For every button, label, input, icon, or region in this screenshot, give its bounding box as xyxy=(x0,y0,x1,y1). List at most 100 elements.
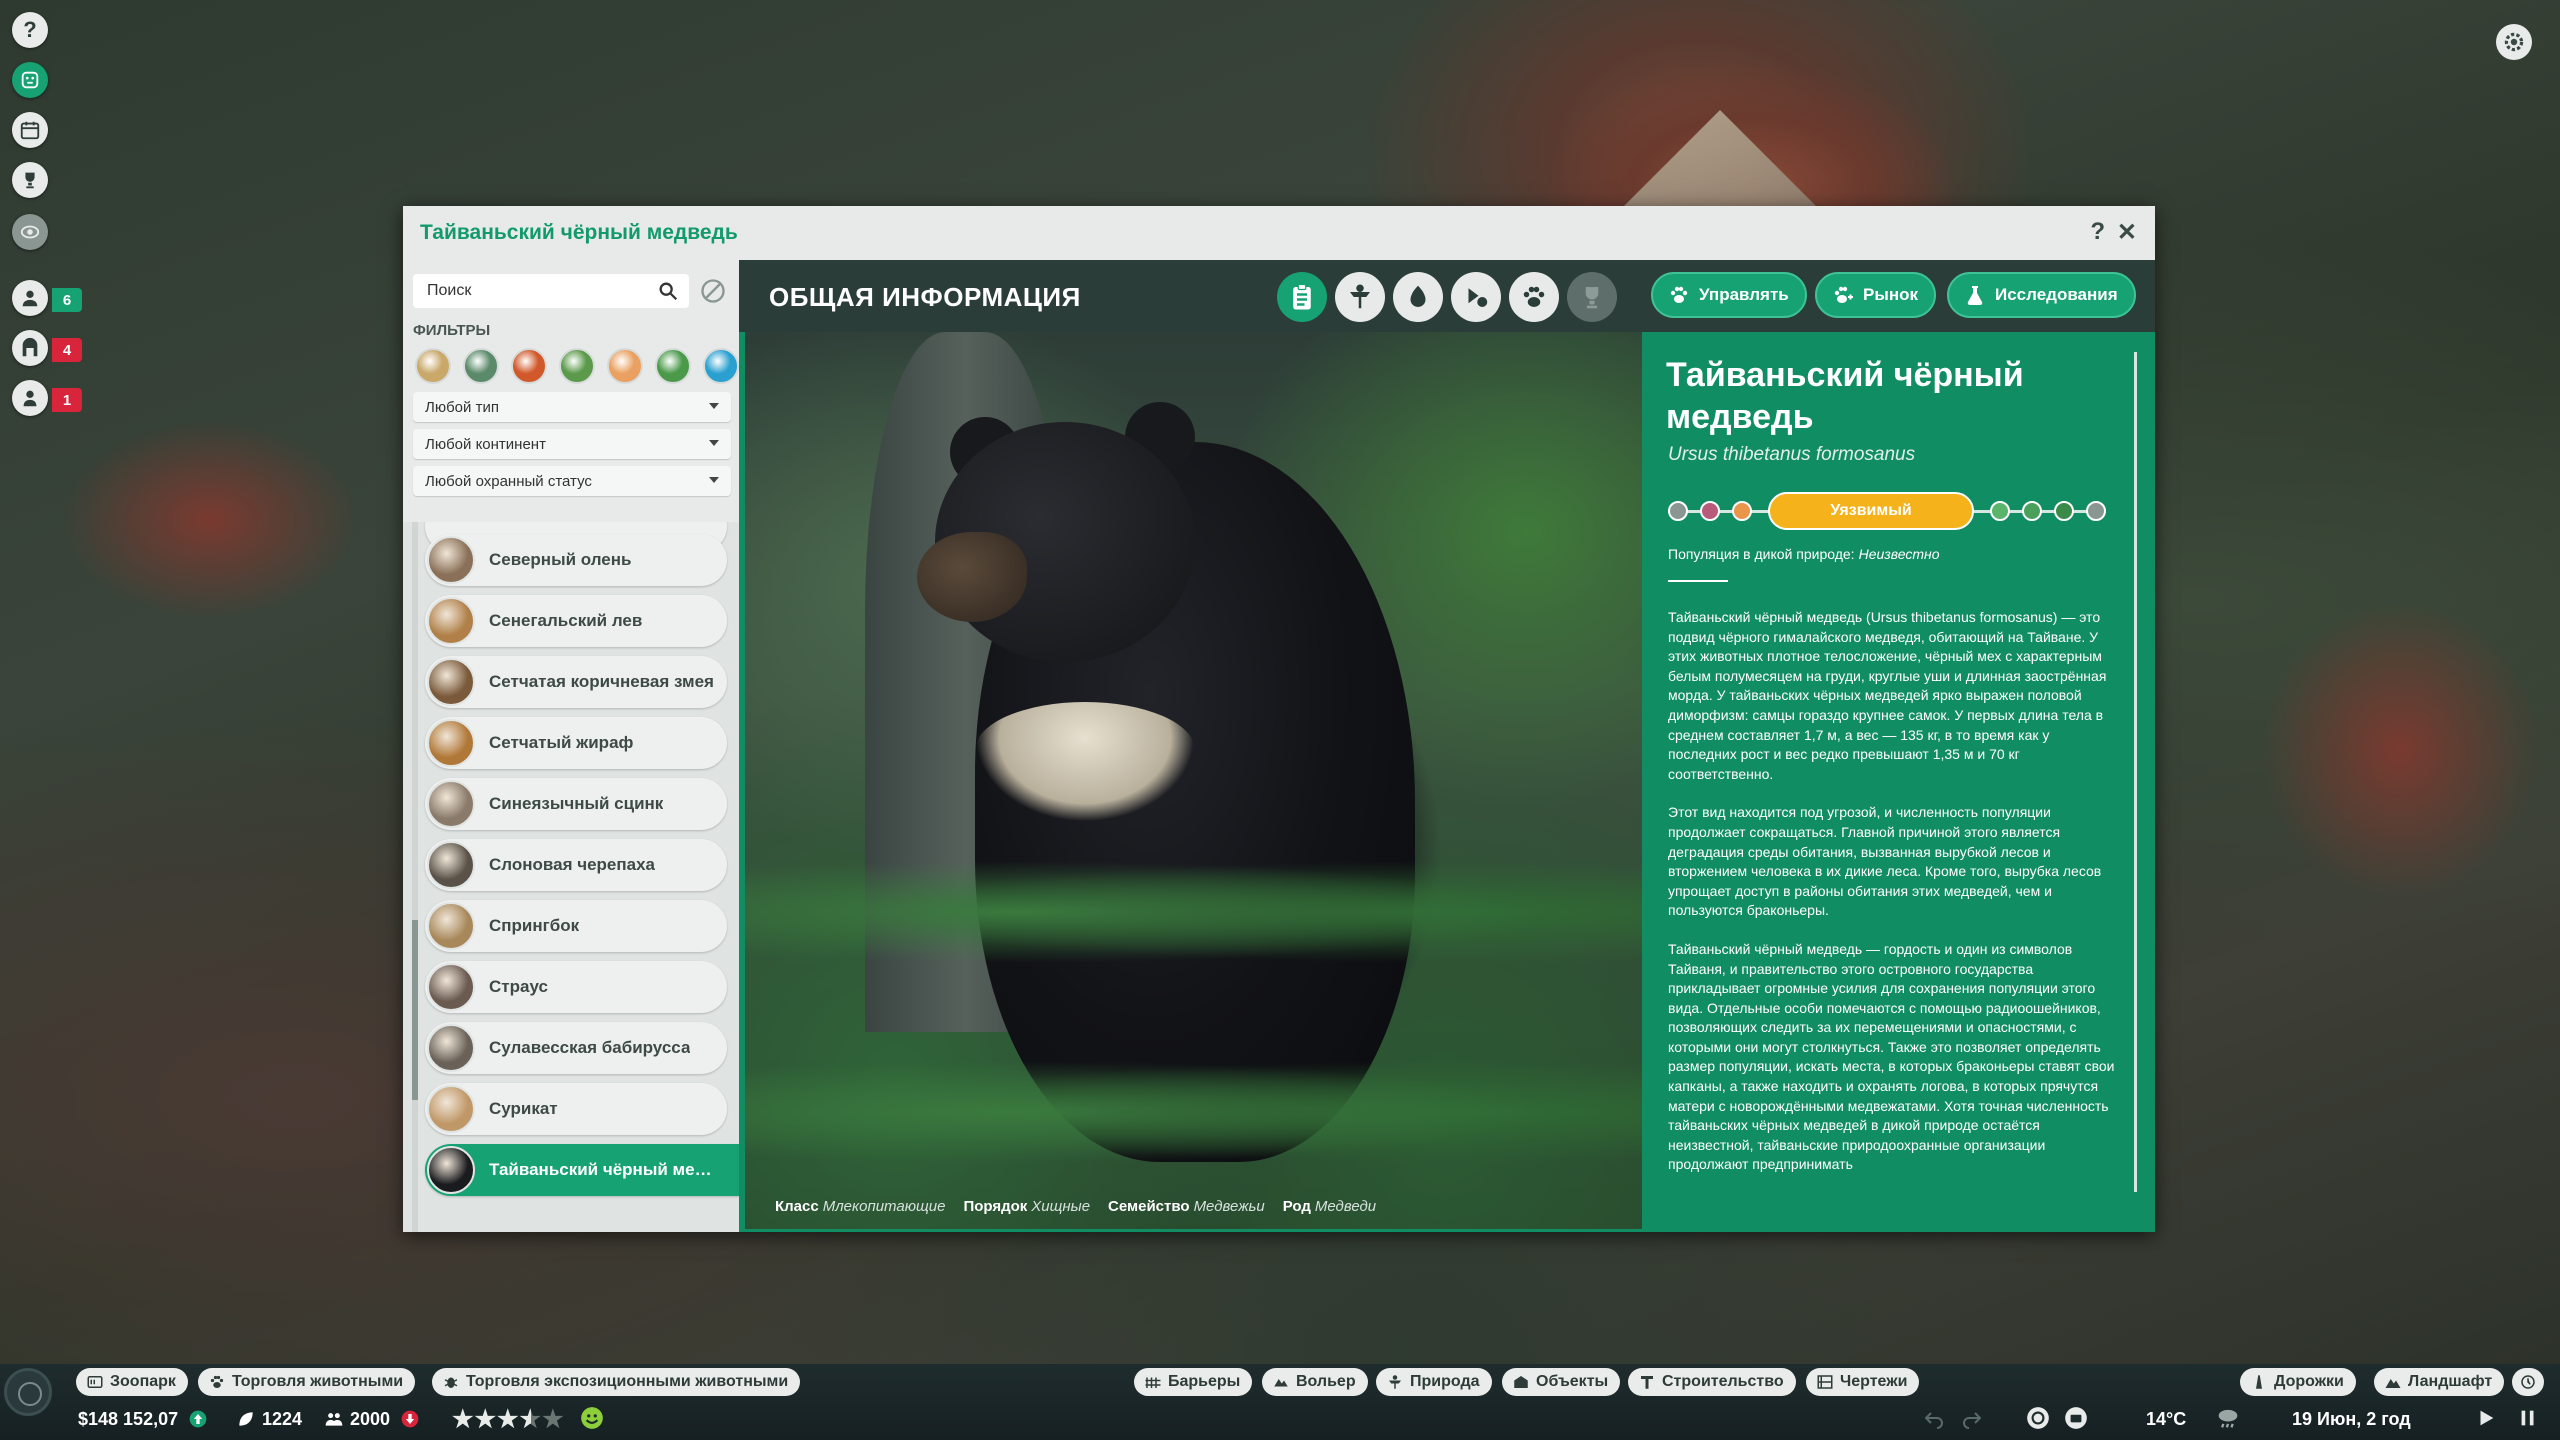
biome-filter-aquatic[interactable] xyxy=(703,348,739,384)
species-latin-name: Ursus thibetanus formosanus xyxy=(1668,444,1916,465)
animal-icon[interactable] xyxy=(12,62,48,98)
biome-filter-tundra[interactable] xyxy=(607,348,643,384)
play-icon[interactable] xyxy=(2470,1402,2502,1434)
enrichment-icon xyxy=(1468,288,1488,309)
description-paragraph: Тайваньский чёрный медведь — гордость и … xyxy=(1668,940,2115,1173)
eye-icon[interactable] xyxy=(12,214,48,250)
habitat-icon xyxy=(1274,1379,1288,1387)
settings-gear-icon[interactable] xyxy=(2496,24,2532,60)
tab-info[interactable] xyxy=(1277,272,1327,322)
list-item[interactable]: Сулавесская бабирусса xyxy=(425,1022,727,1074)
market-button[interactable]: Рынок xyxy=(1815,272,1937,318)
list-scrollbar[interactable] xyxy=(412,522,418,1232)
photo-foliage xyxy=(745,1052,1642,1172)
biome-filter-savanna[interactable] xyxy=(511,348,547,384)
animal-avatar xyxy=(427,963,475,1011)
help-button[interactable]: ? xyxy=(2090,218,2105,246)
divider xyxy=(1668,580,1728,582)
exhibit-trade-button[interactable]: Торговля экспозиционными животными xyxy=(432,1368,801,1396)
list-item[interactable]: Сетчатая коричневая змея xyxy=(425,656,727,708)
list-item[interactable]: Слоновая черепаха xyxy=(425,839,727,891)
zoo-button[interactable]: Зоопарк xyxy=(76,1368,188,1396)
status-filter-dropdown[interactable]: Любой охранный статус xyxy=(413,466,731,496)
biome-filter-grassland[interactable] xyxy=(463,348,499,384)
blueprints-button[interactable]: Чертежи xyxy=(1806,1368,1920,1396)
trophy-icon xyxy=(1585,287,1599,309)
mountain-icon xyxy=(2385,1379,2401,1388)
gate-icon[interactable] xyxy=(12,330,48,366)
type-filter-dropdown[interactable]: Любой тип xyxy=(413,392,731,422)
list-item[interactable]: Спрингбок xyxy=(425,900,727,952)
keeper-icon[interactable] xyxy=(12,280,48,316)
species-info[interactable]: Тайваньский чёрный медведь Ursus thibeta… xyxy=(1642,332,2155,1232)
family-label: Семейство xyxy=(1108,1198,1190,1215)
tab-behaviour[interactable] xyxy=(1509,272,1559,322)
staff-icon[interactable] xyxy=(12,380,48,416)
conservation-status-scale: Уязвимый xyxy=(1668,492,2106,530)
camera-mode-icon[interactable] xyxy=(2060,1402,2092,1434)
search-input[interactable]: Поиск xyxy=(413,274,689,308)
help-icon[interactable]: ? xyxy=(12,12,48,48)
genus-label: Род xyxy=(1282,1198,1311,1215)
bear-snout xyxy=(917,532,1027,622)
tab-achievements[interactable] xyxy=(1567,272,1617,322)
tab-habitat[interactable] xyxy=(1335,272,1385,322)
list-item[interactable]: Северный олень xyxy=(425,534,727,586)
nature-button[interactable]: Природа xyxy=(1376,1368,1492,1396)
type-filter-value: Любой тип xyxy=(425,398,499,416)
paths-button[interactable]: Дорожки xyxy=(2240,1368,2356,1396)
habitat-button[interactable]: Вольер xyxy=(1262,1368,1368,1396)
terrain-button[interactable]: Ландшафт xyxy=(2374,1368,2505,1396)
list-item[interactable]: Страус xyxy=(425,961,727,1013)
info-scrollbar[interactable] xyxy=(2134,352,2137,1192)
list-item-selected[interactable]: Тайваньский чёрный мед... xyxy=(425,1144,739,1196)
scroll-thumb[interactable] xyxy=(412,920,418,1100)
status-filter-value: Любой охранный статус xyxy=(425,472,592,490)
clear-filters-icon[interactable] xyxy=(699,277,727,305)
animal-name: Сурикат xyxy=(489,1099,558,1118)
park-scenery xyxy=(2260,600,2540,900)
animal-avatar xyxy=(427,597,475,645)
tab-enrichment[interactable] xyxy=(1451,272,1501,322)
facilities-button[interactable]: Объекты xyxy=(1502,1368,1621,1396)
search-placeholder: Поиск xyxy=(427,282,472,299)
chevron-down-icon xyxy=(709,440,719,446)
heatmap-icon[interactable] xyxy=(2022,1402,2054,1434)
fence-icon xyxy=(1145,1377,1161,1388)
list-item[interactable]: Сетчатый жираф xyxy=(425,717,727,769)
date-value: 19 Июн, 2 год xyxy=(2292,1408,2411,1429)
research-button[interactable]: Исследования xyxy=(1947,272,2136,318)
animal-avatar xyxy=(427,841,475,889)
animal-avatar xyxy=(427,1146,475,1194)
animal-name: Тайваньский чёрный мед... xyxy=(489,1160,719,1179)
happy-face-icon[interactable] xyxy=(576,1402,608,1434)
undo-icon[interactable] xyxy=(1918,1402,1950,1434)
redo-icon[interactable] xyxy=(1956,1402,1988,1434)
list-item[interactable]: Синеязычный сцинк xyxy=(425,778,727,830)
search-icon[interactable] xyxy=(657,280,679,302)
arrow-down-icon xyxy=(401,1410,419,1428)
construction-icon xyxy=(1641,1376,1653,1389)
tree-icon xyxy=(1350,284,1370,309)
continent-filter-dropdown[interactable]: Любой континент xyxy=(413,429,731,459)
manage-button[interactable]: Управлять xyxy=(1651,272,1807,318)
animal-list[interactable]: Северный олень Сенегальский лев Сетчатая… xyxy=(403,522,739,1232)
tab-diet[interactable] xyxy=(1393,272,1443,322)
detail-header: ОБЩАЯ ИНФОРМАЦИЯ Управлять Рынок Исследо… xyxy=(739,260,2155,332)
close-button[interactable]: ✕ xyxy=(2117,218,2137,247)
biome-filter-tropical[interactable] xyxy=(655,348,691,384)
pause-icon[interactable] xyxy=(2512,1402,2544,1434)
trophy-icon[interactable] xyxy=(12,162,48,198)
list-item[interactable]: Сурикат xyxy=(425,1083,727,1135)
construction-button[interactable]: Строительство xyxy=(1628,1368,1796,1396)
calendar-icon[interactable] xyxy=(12,112,48,148)
biome-filter-temperate[interactable] xyxy=(559,348,595,384)
list-item[interactable]: Сенегальский лев xyxy=(425,595,727,647)
undo-history-button[interactable] xyxy=(2512,1368,2544,1396)
animal-trade-button[interactable]: Торговля животными xyxy=(198,1368,416,1396)
barriers-button[interactable]: Барьеры xyxy=(1134,1368,1253,1396)
taxonomy-caption: Класс Млекопитающие Порядок Хищные Семейст… xyxy=(775,1198,1376,1215)
biome-filter-desert[interactable] xyxy=(415,348,451,384)
blueprints-label: Чертежи xyxy=(1840,1373,1908,1390)
camera-orb-button[interactable] xyxy=(4,1368,52,1416)
